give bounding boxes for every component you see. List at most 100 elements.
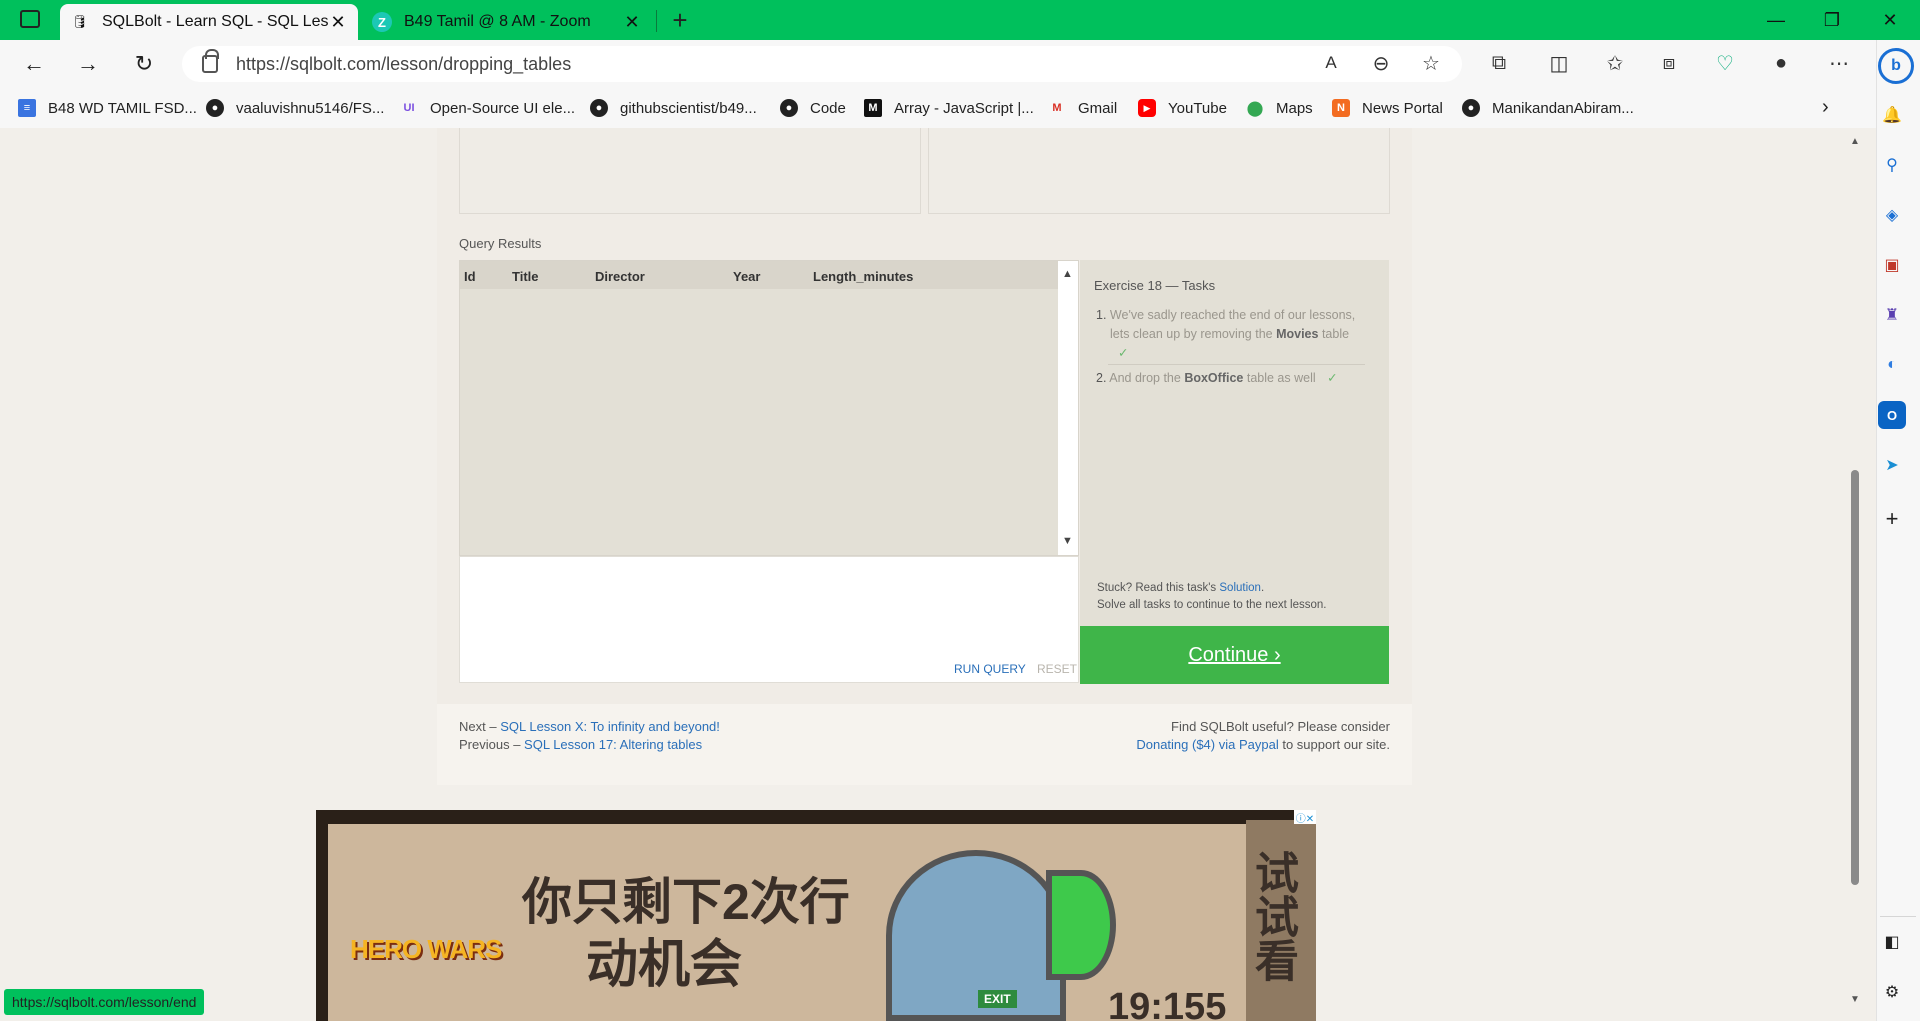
ui-icon: UI: [403, 102, 415, 114]
solve-all-text: Solve all tasks to continue to the next …: [1097, 599, 1327, 611]
previous-lesson: Previous – SQL Lesson 17: Altering table…: [459, 737, 703, 752]
bookmark-item[interactable]: ▶ YouTube: [1138, 94, 1227, 122]
task-item-1: 1. We've sadly reached the end of our le…: [1096, 308, 1356, 360]
link-status-bar: https://sqlbolt.com/lesson/end: [4, 989, 205, 1015]
support-text: Find SQLBolt useful? Please consider: [1171, 719, 1390, 734]
refresh-button[interactable]: ↻: [126, 46, 162, 82]
github-icon: ●: [1462, 99, 1480, 117]
github-icon: ●: [206, 99, 224, 117]
task-number: 2.: [1096, 371, 1107, 385]
bookmark-item[interactable]: ● vaaluvishnu5146/FS...: [206, 94, 384, 122]
results-scrollbar[interactable]: [1058, 261, 1078, 555]
results-table: [459, 260, 1079, 556]
tab-sqlbolt[interactable]: 🛢 SQLBolt - Learn SQL - SQL Lesson ✕: [60, 4, 358, 40]
notifications-icon[interactable]: 🔔: [1878, 101, 1906, 129]
previous-lesson-link[interactable]: SQL Lesson 17: Altering tables: [524, 737, 702, 752]
bookmarks-overflow-chevron-icon[interactable]: ›: [1822, 96, 1829, 119]
ad-puzzle-graphic: [1046, 870, 1116, 980]
bookmark-item[interactable]: M Gmail: [1048, 94, 1117, 122]
bookmark-item[interactable]: M Array - JavaScript |...: [864, 94, 1034, 122]
sidebar-divider: [1880, 916, 1916, 917]
next-lesson: Next – SQL Lesson X: To infinity and bey…: [459, 719, 720, 734]
scroll-down-arrow-icon[interactable]: ▼: [1850, 994, 1860, 1005]
bookmark-item[interactable]: ≡ B48 WD TAMIL FSD...: [18, 94, 197, 122]
ad-headline: 动机会: [586, 936, 743, 994]
close-tab-icon[interactable]: ✕: [328, 12, 348, 33]
query-results-label: Query Results: [459, 236, 542, 251]
run-query-button[interactable]: RUN QUERY: [954, 662, 1026, 676]
microsoft365-icon[interactable]: ◐: [1878, 351, 1906, 379]
exercise-title: Exercise 18 — Tasks: [1094, 278, 1216, 293]
scroll-up-arrow-icon[interactable]: ▲: [1850, 136, 1860, 147]
database-icon: 🛢: [71, 14, 89, 29]
mdn-icon: M: [864, 99, 882, 117]
profile-icon[interactable]: ●: [1764, 46, 1798, 80]
ad-side-text: 试试看: [1248, 850, 1297, 982]
tab-separator: [656, 10, 657, 32]
add-sidebar-app-icon[interactable]: +: [1878, 505, 1906, 533]
ad-top-border: [316, 810, 1316, 824]
favorite-star-icon[interactable]: ☆: [1414, 46, 1448, 80]
restore-button[interactable]: ❐: [1804, 0, 1860, 40]
copilot-icon[interactable]: b: [1878, 48, 1914, 84]
task-number: 1.: [1096, 308, 1107, 322]
more-menu-icon[interactable]: ⋯: [1822, 46, 1856, 80]
task-item-2: 2. And drop the BoxOffice table as well …: [1096, 371, 1338, 385]
close-tab-icon[interactable]: ✕: [622, 12, 642, 33]
bookmark-item[interactable]: ● ManikandanAbiram...: [1462, 94, 1634, 122]
forward-button[interactable]: →: [70, 46, 106, 82]
minimize-button[interactable]: —: [1748, 0, 1804, 40]
close-window-button[interactable]: ✕: [1862, 0, 1918, 40]
browser-essentials-icon[interactable]: ♡: [1708, 46, 1742, 80]
favorites-icon[interactable]: ✩: [1598, 46, 1632, 80]
bookmark-item[interactable]: UI Open-Source UI ele...: [400, 94, 576, 122]
table-schema-panel: [459, 128, 921, 214]
task-divider: [1108, 364, 1365, 365]
scrollbar-thumb[interactable]: [1851, 470, 1859, 885]
ad-choices-icon[interactable]: ⓘ✕: [1294, 810, 1316, 825]
continue-button[interactable]: Continue ›: [1080, 626, 1389, 684]
bookmark-item[interactable]: N News Portal: [1332, 94, 1443, 122]
scroll-up-arrow-icon[interactable]: ▲: [1062, 268, 1073, 280]
back-button[interactable]: ←: [16, 46, 52, 82]
column-header: Director: [595, 269, 645, 284]
youtube-icon: ▶: [1138, 99, 1156, 117]
bookmark-item[interactable]: ● Code: [780, 94, 846, 122]
tab-zoom[interactable]: Z B49 Tamil @ 8 AM - Zoom ✕: [362, 4, 652, 40]
next-lesson-link[interactable]: SQL Lesson X: To infinity and beyond!: [500, 719, 720, 734]
address-bar[interactable]: https://sqlbolt.com/lesson/dropping_tabl…: [182, 46, 1462, 82]
column-header: Length_minutes: [813, 269, 914, 284]
hero-wars-logo: HERO WARS: [350, 934, 502, 964]
split-screen-icon[interactable]: ◫: [1542, 46, 1576, 80]
send-icon[interactable]: ➤: [1878, 451, 1906, 479]
scroll-down-arrow-icon[interactable]: ▼: [1062, 535, 1073, 547]
bookmark-item[interactable]: ⬤ Maps: [1246, 94, 1313, 122]
advertisement-banner[interactable]: HERO WARS 你只剩下2次行 动机会 EXIT 试试看 19:155 ⓘ✕: [316, 810, 1316, 1021]
settings-gear-icon[interactable]: ⚙: [1878, 978, 1906, 1006]
extensions-icon[interactable]: ⧉: [1482, 46, 1516, 80]
read-aloud-icon[interactable]: A: [1314, 46, 1348, 80]
zoom-out-icon[interactable]: ⊖: [1364, 46, 1398, 80]
zoom-icon: Z: [372, 12, 392, 32]
check-icon: ✓: [1118, 346, 1129, 360]
tab-actions-icon[interactable]: [20, 10, 40, 28]
tools-icon[interactable]: ▣: [1878, 251, 1906, 279]
sidebar-toggle-icon[interactable]: ◧: [1878, 928, 1906, 956]
games-icon[interactable]: ♜: [1878, 301, 1906, 329]
news-icon: N: [1332, 99, 1350, 117]
bookmark-item[interactable]: ● githubscientist/b49...: [590, 94, 757, 122]
donate-link[interactable]: Donating ($4) via Paypal: [1136, 737, 1278, 752]
collections-icon[interactable]: ⧈: [1652, 46, 1686, 80]
ad-left-border: [316, 810, 328, 1021]
ad-puzzle-graphic: [886, 850, 1066, 1021]
maps-icon: ⬤: [1246, 100, 1264, 117]
url-text: https://sqlbolt.com/lesson/dropping_tabl…: [236, 53, 572, 74]
outlook-icon[interactable]: O: [1878, 401, 1906, 429]
docs-icon: ≡: [18, 99, 36, 117]
search-icon[interactable]: ⚲: [1878, 151, 1906, 179]
new-tab-button[interactable]: +: [666, 4, 694, 36]
column-header: Year: [733, 269, 761, 284]
solution-link[interactable]: Solution: [1219, 582, 1261, 594]
reset-button[interactable]: RESET: [1037, 662, 1077, 676]
shopping-tag-icon[interactable]: ◈: [1878, 201, 1906, 229]
